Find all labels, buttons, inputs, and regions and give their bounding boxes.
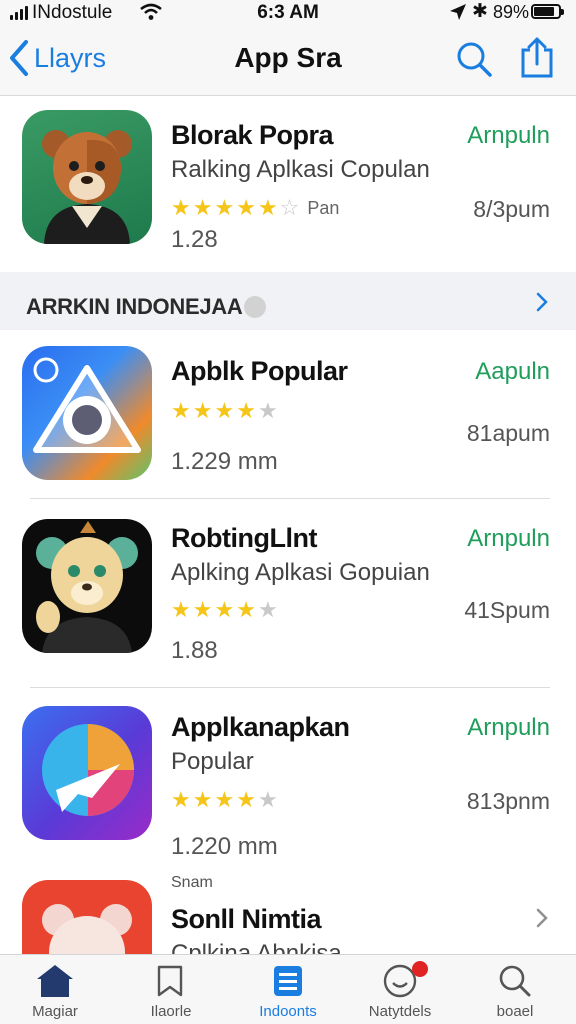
star-icon: ★ — [171, 398, 191, 423]
list-item[interactable]: RobtingLlnt Aplking Aplkasi Gopuian ★ ★ … — [0, 499, 576, 687]
app-subtitle: Popular — [171, 748, 254, 775]
app-name: Blorak Popra — [171, 120, 334, 150]
bear-app-icon — [22, 880, 152, 954]
star-icon: ★ — [214, 597, 235, 622]
star-icon: ★ — [192, 787, 213, 812]
star-icon: ★ — [192, 195, 213, 220]
star-icon: ★ — [214, 787, 235, 812]
star-rating: ★ ★ ★ ★ ★ — [171, 400, 278, 422]
section-title: ARRKIN INDONEJAA — [26, 294, 243, 319]
star-icon: ★ — [171, 597, 191, 622]
share-button[interactable] — [519, 36, 555, 85]
star-outline-icon: ☆ — [279, 195, 300, 220]
star-icon: ★ — [236, 398, 256, 423]
info-badge-icon — [244, 296, 266, 318]
star-icon: ★ — [192, 398, 213, 423]
share-icon — [521, 37, 553, 78]
list-item[interactable]: Snam Sonll Nimtia Cplkina Abnkisa — [0, 868, 576, 954]
search-icon — [457, 42, 492, 77]
app-name: Sonll Nimtia — [171, 904, 322, 934]
lion-app-icon — [22, 519, 152, 653]
bear-app-icon — [22, 110, 152, 244]
get-button[interactable]: Arnpuln — [467, 122, 550, 150]
star-icon: ★ — [257, 195, 278, 220]
tab-label: boael — [496, 1003, 534, 1020]
app-subtitle: Aplking Aplkasi Gopuian — [171, 559, 430, 586]
location-arrow-icon — [449, 3, 467, 26]
star-icon: ★ — [236, 195, 256, 220]
app-name: RobtingLlnt — [171, 523, 317, 553]
rating-count: 1.88 — [171, 637, 218, 664]
tab-label: Indoonts — [259, 1003, 317, 1020]
star-rating: ★ ★ ★ ★ ★ — [171, 599, 278, 621]
tab-home[interactable]: Magiar — [0, 955, 110, 1024]
rating-count: 1.229 mm — [171, 448, 278, 475]
tab-label: Ilaorle — [150, 1003, 192, 1020]
app-name: Applkanapkan — [171, 712, 350, 742]
app-price: 81apum — [466, 420, 550, 446]
navigation-bar: Llayrs App Sra — [0, 26, 576, 96]
tab-notifications[interactable]: Natytdels — [345, 955, 455, 1024]
star-icon: ★ — [236, 597, 256, 622]
star-icon: ★ — [257, 597, 278, 622]
battery-percent: 89% — [493, 2, 530, 22]
app-price: 8/3pum — [473, 196, 550, 222]
rating-count: 1.220 mm — [171, 833, 278, 860]
list-icon — [274, 966, 302, 996]
star-icon: ★ — [257, 398, 278, 423]
tab-label: Natytdels — [368, 1003, 432, 1020]
get-button[interactable]: Arnpuln — [467, 714, 550, 742]
search-button[interactable] — [455, 40, 493, 83]
star-rating: ★ ★ ★ ★ ★ — [171, 789, 278, 811]
list-item[interactable]: Blorak Popra Ralking Aplkasi Copulan ★ ★… — [0, 96, 576, 272]
star-icon: ★ — [236, 787, 256, 812]
tab-label: Magiar — [32, 1003, 78, 1020]
app-caption: Snam — [171, 874, 213, 891]
status-bar: INdostule 6:3 AM ✱ 89% — [0, 0, 576, 26]
bluetooth-icon: ✱ — [472, 1, 488, 22]
app-subtitle: Cplkina Abnkisa — [171, 940, 342, 954]
star-icon: ★ — [171, 787, 191, 812]
app-price: 41Spum — [464, 597, 550, 623]
star-icon: ★ — [214, 398, 235, 423]
tab-bar: Magiar Ilaorle Indoonts Natytdels boael — [0, 954, 576, 1024]
app-price: 813pnm — [466, 788, 550, 814]
battery-icon — [531, 4, 564, 19]
rating-text: Pan — [307, 197, 340, 218]
camera-app-icon — [22, 346, 152, 480]
rating-count: 1.28 — [171, 226, 218, 253]
tab-categories[interactable]: Indoonts — [233, 955, 343, 1024]
app-name: Apblk Popular — [171, 356, 348, 386]
search-icon — [499, 965, 531, 997]
star-icon: ★ — [257, 787, 278, 812]
home-icon — [37, 965, 73, 997]
star-icon: ★ — [192, 597, 213, 622]
star-rating: ★ ★ ★ ★ ★ ☆ Pan — [171, 197, 339, 219]
get-button[interactable]: Aapuln — [475, 358, 550, 386]
chevron-right-icon — [536, 292, 548, 317]
notification-badge — [412, 961, 428, 977]
star-icon: ★ — [171, 195, 191, 220]
clock: 6:3 AM — [257, 2, 319, 23]
get-button[interactable]: Arnpuln — [467, 525, 550, 553]
star-icon: ★ — [214, 195, 235, 220]
star-icon — [157, 965, 183, 997]
app-subtitle: Ralking Aplkasi Copulan — [171, 156, 430, 183]
tab-featured[interactable]: Ilaorle — [116, 955, 226, 1024]
chevron-right-icon — [536, 908, 548, 933]
list-item[interactable]: Apblk Popular ★ ★ ★ ★ ★ 1.229 mm Aapuln … — [0, 330, 576, 498]
list-item[interactable]: Applkanapkan Popular ★ ★ ★ ★ ★ 1.220 mm … — [0, 688, 576, 868]
tab-search[interactable]: boael — [460, 955, 570, 1024]
section-header[interactable]: ARRKIN INDONEJAA — [0, 272, 576, 330]
chat-app-icon — [22, 706, 152, 840]
